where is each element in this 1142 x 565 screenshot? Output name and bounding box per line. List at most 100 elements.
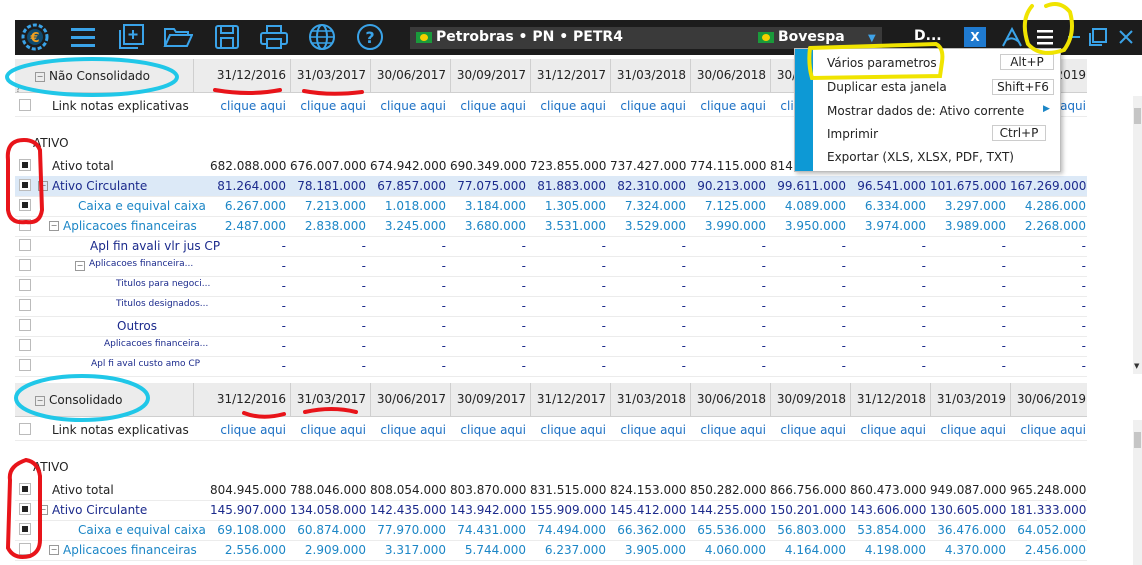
table-row[interactable]: Outros - - - - - - - - - - - (15, 316, 1087, 337)
date-column-header[interactable]: 31/03/2017 (290, 59, 370, 92)
row-checkbox[interactable] (19, 503, 31, 515)
print-icon[interactable] (258, 21, 290, 53)
clique-aqui-link[interactable]: clique aqui (370, 423, 446, 437)
date-column-header[interactable]: 30/06/2018 (690, 59, 770, 92)
excel-icon[interactable]: X (964, 27, 986, 47)
row-checkbox[interactable] (19, 259, 31, 271)
table-row[interactable]: − Aplicacoes financeiras 2.556.000 2.909.00… (15, 540, 1087, 561)
date-column-header[interactable]: 30/09/2018 (770, 383, 850, 416)
clique-aqui-link[interactable]: clique aqui (450, 99, 526, 113)
clique-aqui-link[interactable]: clique aqui (530, 423, 606, 437)
collapse-icon[interactable]: − (38, 505, 48, 515)
date-column-header[interactable]: 31/12/2016 (193, 59, 290, 92)
top-scrollbar[interactable]: ▼ (1133, 96, 1142, 374)
table-row[interactable]: − Ativo Circulante 145.907.000 134.058.000 1… (15, 500, 1087, 521)
collapse-icon[interactable]: − (49, 221, 59, 231)
date-column-header[interactable]: 31/12/2018 (850, 383, 930, 416)
clique-aqui-link[interactable]: clique aqui (610, 423, 686, 437)
save-icon[interactable] (211, 21, 243, 53)
minimize-icon[interactable] (1068, 36, 1080, 38)
row-checkbox[interactable] (19, 359, 31, 371)
collapse-icon[interactable]: − (38, 181, 48, 191)
row-checkbox[interactable] (19, 299, 31, 311)
table-row[interactable]: Caixa e equival caixa 6.267.000 7.213.000 1… (15, 196, 1087, 217)
table-row[interactable]: − Ativo Circulante 81.264.000 78.181.000 67.… (15, 176, 1087, 197)
cell-value: 74.494.000 (537, 523, 606, 537)
clique-aqui-link[interactable]: clique aqui (610, 99, 686, 113)
row-checkbox[interactable] (19, 483, 31, 495)
table-row[interactable]: − Aplicacoes financeira... - - - - - - - - - - - (15, 256, 1087, 277)
row-checkbox[interactable] (19, 279, 31, 291)
clique-aqui-link[interactable]: clique aqui (290, 99, 366, 113)
date-column-header[interactable]: 31/12/2017 (530, 59, 610, 92)
date-column-header[interactable]: 31/03/2019 (930, 383, 1010, 416)
date-column-header[interactable]: 31/03/2017 (290, 383, 370, 416)
clique-aqui-link[interactable]: clique aqui (530, 99, 606, 113)
row-checkbox[interactable] (19, 99, 31, 111)
clique-aqui-link[interactable]: clique aqui (450, 423, 526, 437)
row-checkbox[interactable] (19, 523, 31, 535)
date-column-header[interactable]: 30/06/2017 (370, 383, 450, 416)
menu-item-exportar[interactable]: Exportar (XLS, XLSX, PDF, TXT) (827, 150, 1014, 164)
menu-icon[interactable] (1036, 28, 1054, 46)
clique-aqui-link[interactable]: clique aqui (210, 99, 286, 113)
bottom-section-title[interactable]: − Consolidado (35, 393, 123, 407)
row-checkbox[interactable] (19, 199, 31, 211)
date-column-header[interactable]: 30/09/2017 (450, 383, 530, 416)
clique-aqui-link[interactable]: clique aqui (690, 423, 766, 437)
close-icon[interactable] (1118, 29, 1134, 45)
date-column-header[interactable]: 31/12/2017 (530, 383, 610, 416)
table-row[interactable]: Titulos designados... - - - - - - - - - - - (15, 296, 1087, 317)
new-window-icon[interactable] (115, 21, 147, 53)
collapse-icon[interactable]: − (75, 261, 85, 271)
row-checkbox[interactable] (19, 179, 31, 191)
date-column-header[interactable]: 30/06/2019 (1010, 383, 1090, 416)
date-column-header[interactable]: 30/06/2018 (690, 383, 770, 416)
help-icon[interactable]: ? (354, 21, 386, 53)
date-column-header[interactable]: 30/09/2017 (450, 59, 530, 92)
bottom-scrollbar[interactable] (1133, 420, 1142, 565)
date-column-header[interactable]: 31/12/2016 (193, 383, 290, 416)
hamburger-icon[interactable] (67, 21, 99, 53)
table-row[interactable]: Aplicacoes financeira... - - - - - - - - - - - (15, 336, 1087, 357)
top-section-title[interactable]: − Não Consolidado (35, 69, 150, 83)
table-row[interactable]: Apl fin avali vlr jus CP - - - - - - - - - - - (15, 236, 1087, 257)
clique-aqui-link[interactable]: clique aqui (770, 423, 846, 437)
date-column-header[interactable]: 31/03/2018 (610, 383, 690, 416)
row-checkbox[interactable] (19, 159, 31, 171)
table-row[interactable]: Titulos para negoci... - - - - - - - - - - - (15, 276, 1087, 297)
clique-aqui-link[interactable]: clique aqui (210, 423, 286, 437)
clique-aqui-link[interactable]: clique aqui (290, 423, 366, 437)
asset-selector[interactable]: Petrobras • PN • PETR4 Bovespa ▼ (410, 27, 882, 49)
open-folder-icon[interactable] (162, 21, 194, 53)
date-column-header[interactable]: 31/03/2018 (610, 59, 690, 92)
pdf-icon[interactable] (1000, 26, 1024, 48)
table-row[interactable]: Apl fi aval custo amo CP - - - - - - - - - - - (15, 356, 1087, 377)
menu-item-imprimir[interactable]: Imprimir (827, 127, 878, 141)
chevron-down-icon[interactable]: ▼ (868, 33, 876, 44)
table-row[interactable]: Ativo total 804.945.000 788.046.000 808.054… (15, 480, 1087, 501)
table-row[interactable]: − Aplicacoes financeiras 2.487.000 2.838.00… (15, 216, 1087, 237)
row-checkbox[interactable] (19, 219, 31, 231)
help-question-icon[interactable]: ? (16, 85, 20, 94)
restore-icon[interactable] (1088, 27, 1108, 47)
row-checkbox[interactable] (19, 239, 31, 251)
row-checkbox[interactable] (19, 319, 31, 331)
row-checkbox[interactable] (19, 423, 31, 435)
menu-item-varios-parametros[interactable]: Vários parametros (827, 56, 937, 70)
globe-icon[interactable] (306, 21, 338, 53)
menu-item-duplicar[interactable]: Duplicar esta janela (827, 80, 947, 94)
clique-aqui-link[interactable]: clique aqui (930, 423, 1006, 437)
table-row[interactable]: Caixa e equival caixa 69.108.000 60.874.00… (15, 520, 1087, 541)
row-checkbox[interactable] (19, 543, 31, 555)
view-selector[interactable]: D... (914, 28, 942, 44)
date-column-header[interactable]: 30/06/2017 (370, 59, 450, 92)
clique-aqui-link[interactable]: clique aqui (690, 99, 766, 113)
clique-aqui-link[interactable]: clique aqui (1010, 423, 1086, 437)
app-logo-icon[interactable]: € (19, 21, 51, 53)
clique-aqui-link[interactable]: clique aqui (850, 423, 926, 437)
row-checkbox[interactable] (19, 339, 31, 351)
menu-item-mostrar-dados[interactable]: Mostrar dados de: Ativo corrente (827, 104, 1024, 118)
collapse-icon[interactable]: − (49, 545, 59, 555)
clique-aqui-link[interactable]: clique aqui (370, 99, 446, 113)
